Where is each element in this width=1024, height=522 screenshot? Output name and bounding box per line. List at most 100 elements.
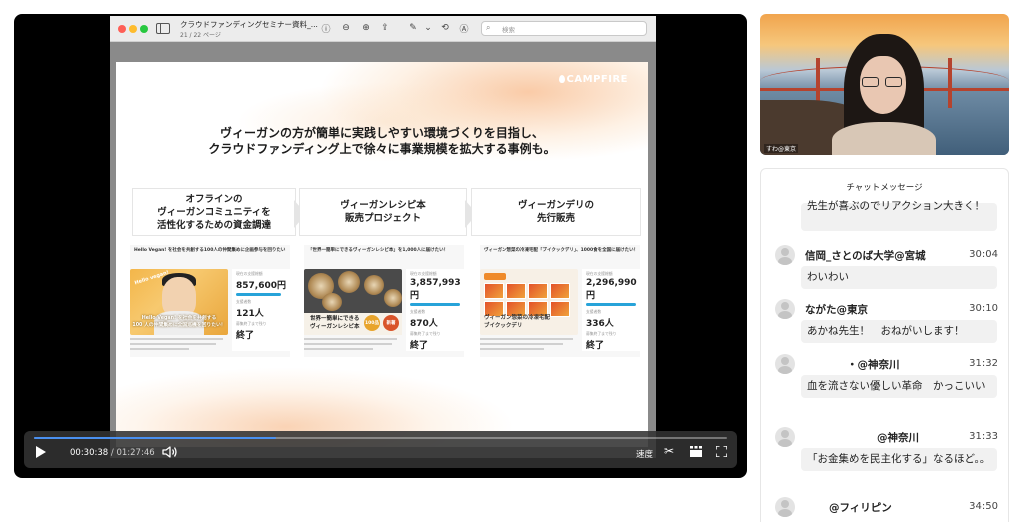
avatar — [775, 245, 795, 265]
image-decoration — [550, 283, 570, 299]
stat-caption: 支援者数 — [236, 299, 252, 304]
chat-message-text: わいわい — [801, 266, 997, 289]
rotate-icon: ⟲ — [441, 23, 449, 33]
avatar — [775, 354, 795, 374]
campfire-logo: CAMPFIRE — [558, 74, 628, 85]
funding-progress-bar — [410, 303, 460, 306]
project-title: Hello Vegan! を社会を共創する100人の仲間集めに企画参与を回りたい… — [134, 248, 286, 253]
play-icon[interactable] — [36, 446, 46, 458]
chat-timestamp: 30:10 — [969, 303, 998, 314]
shared-pdf-window: クラウドファンディングセミナー資料_... 21 / 22 ページ ⓘ ⊖ ⊕ … — [110, 16, 656, 458]
chat-author: ながた@東京 — [805, 304, 868, 316]
current-time: 00:30:38 — [70, 448, 109, 458]
project-card: 「世界一簡単にできるヴィーガンレシピ本」を1,000人に届けたい！ 世界一簡単に… — [304, 245, 464, 357]
avatar — [775, 299, 795, 319]
fullscreen-icon[interactable] — [716, 446, 727, 457]
sidebar-toggle-icon — [156, 23, 170, 34]
seek-bar-fill — [34, 437, 276, 439]
total-duration: 01:27:46 — [116, 448, 155, 458]
zoom-out-icon: ⊖ — [342, 23, 350, 33]
markup-pen-icon: ✎ — [409, 23, 417, 33]
funding-amount: 857,600円 — [236, 281, 286, 291]
image-caption: Hello Vegan! を社会を共創する 100 人の仲間集めに全国巡機を回り… — [132, 316, 226, 328]
time-display: 00:30:38 / 01:27:46 — [70, 448, 155, 458]
chat-message-text: 先生が喜ぶのでリアクション大きく！ — [801, 200, 997, 231]
chat-message-header: @フィリピン 34:50 — [761, 497, 1008, 517]
project-image: Hello vegan! Hello Vegan! を社会を共創する 100 人… — [130, 269, 228, 335]
funding-stats: 現在の支援総額 2,296,990円 支援者数 336人 募集終了まで残り 終了 — [582, 269, 640, 351]
chat-message-header: 信岡_さとのば大学@宮城 30:04 — [761, 245, 1008, 265]
zoom-in-icon: ⊕ — [362, 23, 370, 33]
supporter-count: 870人 — [410, 319, 438, 329]
pdf-search-placeholder: 検索 — [502, 26, 515, 34]
funding-progress-bar — [586, 303, 636, 306]
scissors-icon[interactable]: ✂ — [664, 444, 678, 458]
chat-message-text: 「お金集めを民主化する」なるほど。。 — [801, 448, 997, 471]
screen: クラウドファンディングセミナー資料_... 21 / 22 ページ ⓘ ⊖ ⊕ … — [0, 0, 1024, 522]
chat-message-text: あかね先生！ おねがいします！ — [801, 320, 997, 343]
chat-panel: チャットメッセージ 先生が喜ぶのでリアクション大きく！ 信岡_さとのば大学@宮城… — [760, 168, 1009, 522]
stat-caption: 現在の支援総額 — [236, 271, 263, 276]
image-decoration — [364, 275, 384, 295]
stat-caption: 募集終了まで残り — [236, 321, 267, 326]
image-decoration — [550, 301, 570, 317]
playback-speed-button[interactable]: 速度 — [636, 448, 653, 460]
chat-message-list[interactable]: 先生が喜ぶのでリアクション大きく！ 信岡_さとのば大学@宮城 30:04 わいわ… — [761, 199, 1008, 522]
chat-message-header: ・@神奈川 31:32 — [761, 354, 1008, 374]
stat-caption: 支援者数 — [586, 309, 602, 314]
image-badge: 新著 — [383, 315, 399, 331]
category-label: オフラインの ヴィーガンコミュニティを 活性化するための資金調達 — [132, 188, 296, 236]
avatar — [775, 427, 795, 447]
stat-caption: 支援者数 — [410, 309, 426, 314]
stat-caption: 現在の支援総額 — [586, 271, 613, 276]
chat-message-text: 血を流さない優しい革命 かっこいい — [801, 375, 997, 398]
pdf-title: クラウドファンディングセミナー資料_... — [180, 20, 318, 29]
category-label: ヴィーガンレシピ本 販売プロジェクト — [299, 188, 467, 236]
avatar — [775, 497, 795, 517]
chat-header: チャットメッセージ — [846, 183, 923, 193]
pdf-page-indicator: 21 / 22 ページ — [180, 32, 221, 39]
chat-author: @フィリピン — [829, 502, 892, 514]
webcam-name-label: すわ@東京 — [764, 144, 799, 153]
image-decoration — [528, 283, 548, 299]
presentation-slide: CAMPFIRE ヴィーガンの方が簡単に実践しやすい環境づくりを目指し、 クラウ… — [116, 62, 648, 447]
project-title: ヴィーガン惣菜の冷凍宅配「ブイクックデリ」、1000食を全国に届けたい！ — [484, 248, 636, 253]
image-decoration — [384, 289, 402, 307]
close-window-button — [118, 25, 126, 33]
zoom-window-button — [140, 25, 148, 33]
chat-timestamp: 30:04 — [969, 249, 998, 260]
chat-timestamp: 31:32 — [969, 358, 998, 369]
slide-headline: ヴィーガンの方が簡単に実践しやすい環境づくりを目指し、 クラウドファンディング上… — [208, 126, 556, 156]
image-decoration — [322, 293, 342, 311]
remaining-status: 終了 — [586, 341, 605, 351]
image-decoration — [338, 271, 360, 293]
image-decoration — [506, 283, 526, 299]
seek-bar[interactable] — [34, 437, 727, 439]
flame-icon — [558, 75, 565, 83]
webcam-feed: すわ@東京 — [760, 14, 1009, 155]
project-card: ヴィーガン惣菜の冷凍宅配「ブイクックデリ」、1000食を全国に届けたい！ ヴィー… — [480, 245, 640, 357]
volume-icon[interactable] — [162, 446, 178, 458]
chat-timestamp: 34:50 — [969, 501, 998, 512]
chapters-icon[interactable] — [690, 446, 702, 457]
project-title: 「世界一簡単にできるヴィーガンレシピ本」を1,000人に届けたい！ — [308, 248, 449, 253]
image-decoration — [484, 283, 504, 299]
share-icon: ⇪ — [381, 23, 389, 33]
project-description — [304, 338, 402, 352]
remaining-status: 終了 — [236, 331, 255, 341]
pdf-toolbar: クラウドファンディングセミナー資料_... 21 / 22 ページ ⓘ ⊖ ⊕ … — [110, 16, 656, 42]
image-caption: ヴィーガン惣菜の冷凍宅配 ブイクックデリ — [484, 315, 551, 329]
image-caption: 世界一簡単にできる ヴィーガンレシピ本 — [310, 316, 360, 330]
funding-progress-bar — [236, 293, 281, 296]
chat-message-header: @神奈川 31:33 — [761, 427, 1008, 447]
stat-caption: 募集終了まで残り — [586, 331, 617, 336]
player-controls: 00:30:38 / 01:27:46 速度 ✂ — [24, 431, 737, 468]
stat-caption: 募集終了まで残り — [410, 331, 441, 336]
chat-author: 信岡_さとのば大学@宮城 — [805, 250, 926, 262]
presenter-image — [832, 122, 936, 155]
pdf-search-field: ⌕ 検索 — [481, 21, 647, 36]
funding-amount: 3,857,993円 — [410, 278, 461, 301]
video-player[interactable]: クラウドファンディングセミナー資料_... 21 / 22 ページ ⓘ ⊖ ⊕ … — [14, 14, 747, 478]
annotate-icon: Ⓐ — [459, 24, 469, 35]
image-badge: 100品 — [364, 315, 380, 331]
